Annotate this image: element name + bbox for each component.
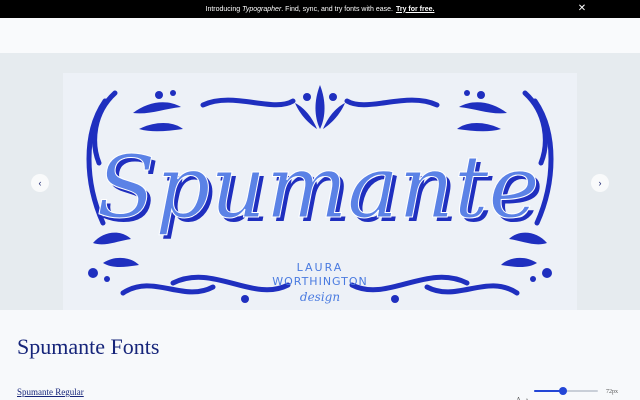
ornament-top-right-swirl (344, 97, 440, 108)
promo-text: . Find, sync, and try fonts with ease. (281, 5, 393, 13)
promo-product-name: Typographer (242, 5, 282, 13)
chevron-right-icon: › (598, 178, 602, 188)
try-for-free-link[interactable]: Try for free. (396, 6, 435, 13)
slider-thumb[interactable] (558, 387, 567, 395)
style-list-row: Spumante Regular A A 72px (0, 383, 640, 400)
carousel-next-button[interactable]: › (591, 174, 609, 192)
font-size-icon: A A (516, 396, 529, 400)
promo-banner: Introducing Typographer. Find, sync, and… (0, 0, 640, 18)
style-link-regular[interactable]: Spumante Regular (17, 387, 84, 397)
specimen-carousel: Spumante Spumante LAURA WORTHINGTON desi… (0, 53, 640, 310)
credit-line-3: design (300, 290, 340, 304)
ornament-top-left-swirl (200, 97, 296, 108)
font-size-slider[interactable] (534, 387, 598, 395)
header-area (0, 18, 640, 53)
ornament-bottom-right-swirl (349, 274, 470, 293)
close-icon[interactable]: ✕ (576, 3, 588, 15)
ornament-bottom-left-swirl (170, 274, 291, 293)
credit-line-2: WORTHINGTON (272, 275, 368, 288)
page-title: Spumante Fonts (17, 334, 160, 359)
specimen-artwork: Spumante Spumante LAURA WORTHINGTON desi… (86, 85, 554, 304)
ornament-top-fleur (315, 85, 325, 129)
credit-line-1: LAURA (297, 261, 344, 274)
specimen-image: Spumante Spumante LAURA WORTHINGTON desi… (63, 73, 577, 310)
specimen-word: Spumante (96, 138, 539, 238)
font-size-value: 72px (606, 389, 618, 395)
promo-intro: Introducing (205, 5, 241, 13)
chevron-left-icon: ‹ (38, 178, 42, 188)
carousel-prev-button[interactable]: ‹ (31, 174, 49, 192)
